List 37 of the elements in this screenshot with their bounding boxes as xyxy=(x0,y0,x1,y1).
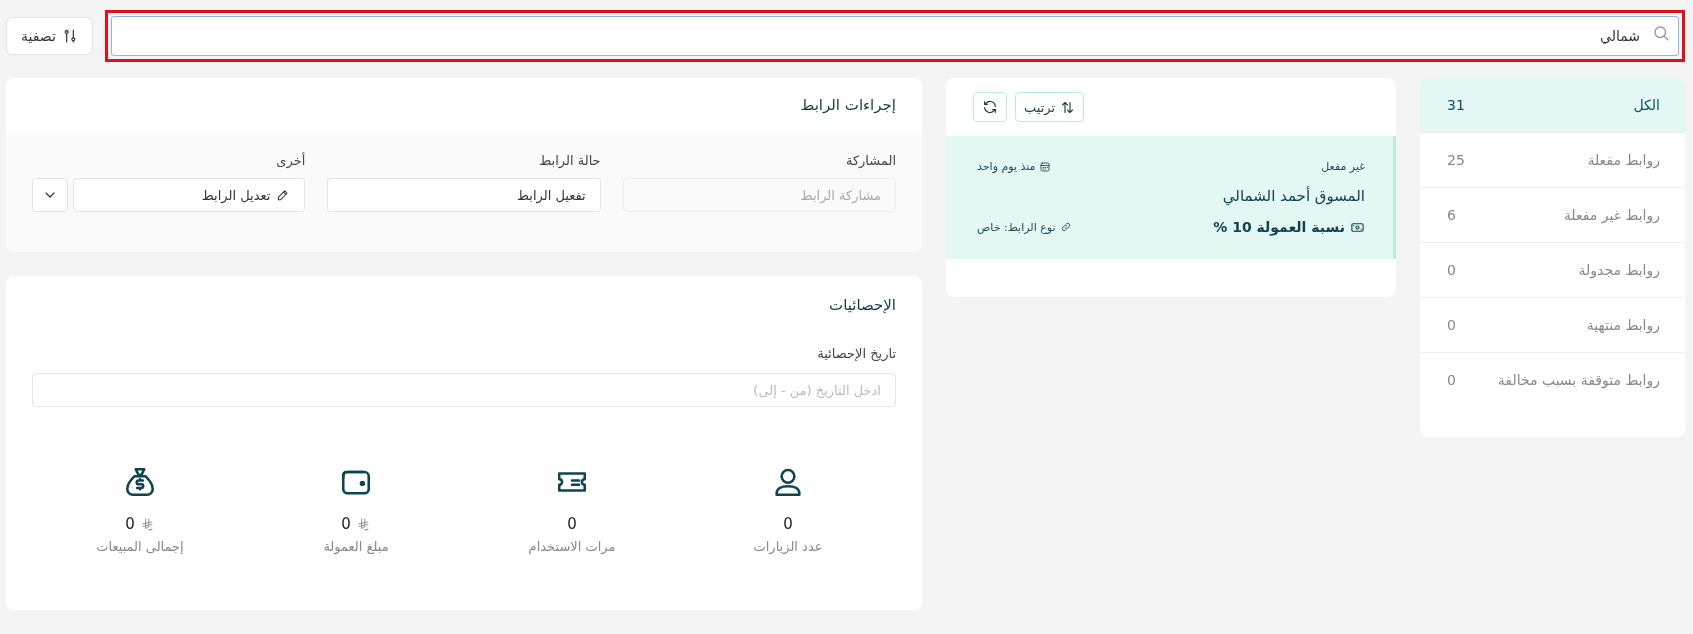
link-status: غير مفعل xyxy=(1321,160,1365,173)
stat-label: مبلغ العمولة xyxy=(323,539,389,554)
calendar-icon xyxy=(1039,160,1052,173)
pencil-icon xyxy=(276,188,291,202)
refresh-button[interactable] xyxy=(973,92,1007,122)
stat-value: 0 xyxy=(341,515,351,533)
field-label: أخرى xyxy=(275,153,306,168)
edit-button[interactable]: تعديل الرابط xyxy=(73,178,306,212)
stat-label: مرات الاستخدام xyxy=(528,539,616,554)
sort-arrows-icon xyxy=(1060,99,1076,115)
panel-title: الإحصائيات xyxy=(828,296,896,314)
field-label: المشاركة xyxy=(844,153,896,168)
refresh-icon xyxy=(982,99,998,115)
activate-button[interactable]: تفعيل الرابط xyxy=(327,178,601,212)
search-icon xyxy=(1652,24,1670,42)
field-label: تاريخ الإحصائية xyxy=(816,346,896,361)
search-field[interactable]: شمالي xyxy=(110,16,1679,56)
field-label: حالة الرابط xyxy=(538,153,601,168)
sort-button[interactable]: ترتيب xyxy=(1015,92,1085,122)
link-card[interactable]: غير مفعل منذ يوم واحد المسوق أحمد الشمالي نسبة العمولة 10 % نوع الرابط: خاص xyxy=(946,136,1396,259)
marketer-name: المسوق أحمد الشمالي xyxy=(1221,187,1365,205)
link-icon xyxy=(1059,221,1072,233)
riyal-icon xyxy=(139,516,155,532)
stat-value: 0 xyxy=(125,515,135,533)
panel-title: إجراءات الرابط xyxy=(6,78,922,135)
link-type: نوع الرابط: خاص xyxy=(977,220,1056,234)
money-bag-icon xyxy=(123,465,157,499)
stat-value: 0 xyxy=(567,515,577,533)
riyal-icon xyxy=(355,516,371,532)
stat-label: عدد الزيارات xyxy=(753,539,823,554)
stat-label: إجمالى المبيعات xyxy=(96,539,184,554)
share-field: مشاركة الرابط xyxy=(622,178,896,212)
filter-button[interactable]: تصفية xyxy=(6,17,93,55)
link-date: منذ يوم واحد xyxy=(977,160,1036,173)
date-range-input[interactable]: ادخل التاريخ (من - إلى) xyxy=(32,373,896,407)
stat-value: 0 xyxy=(783,515,793,533)
commission-rate: نسبة العمولة 10 % xyxy=(1213,219,1345,235)
